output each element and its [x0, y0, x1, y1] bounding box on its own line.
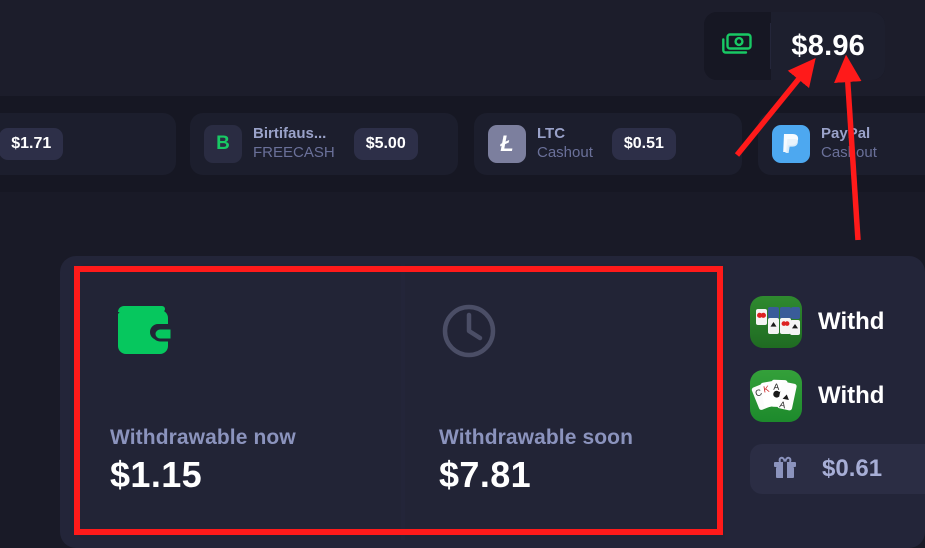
cashout-item-sub: FREECASH — [253, 144, 335, 161]
svg-text:A: A — [773, 382, 779, 392]
withdraw-offers-column: Withd C K A A Withd $0.61 — [750, 296, 925, 494]
withdrawable-now-label: Withdrawable now — [110, 426, 296, 449]
cashout-item-sub: Cashout — [537, 144, 593, 161]
paypal-icon — [772, 125, 810, 163]
balance-amount: $8.96 — [791, 29, 865, 62]
clock-icon — [439, 302, 691, 364]
cashout-item-amount[interactable]: $0.51 — [611, 128, 676, 160]
balance-widget[interactable]: $8.96 — [704, 12, 885, 80]
cashout-strip: e hout $1.71 B Birtifaus... FREECASH $5.… — [0, 96, 925, 192]
playing-cards-app-icon: C K A A — [750, 370, 802, 422]
cashout-item-name: LTC — [537, 125, 566, 143]
cashout-item-partial[interactable]: e hout $1.71 — [0, 113, 176, 175]
cashout-item-paypal[interactable]: PayPal Cashout — [758, 113, 925, 175]
cashout-item-text: Birtifaus... FREECASH — [253, 125, 335, 162]
cashout-item-sub: Cashout — [821, 144, 877, 161]
withdraw-offer-row[interactable]: Withd — [750, 296, 925, 348]
cashout-item-amount[interactable]: $1.71 — [0, 128, 64, 160]
banknote-icon — [722, 32, 753, 60]
cashout-item-freecash[interactable]: B Birtifaus... FREECASH $5.00 — [190, 113, 458, 175]
withdrawable-soon-card[interactable]: Withdrawable soon $7.81 — [405, 264, 725, 540]
cashout-item-name: Birtifaus... — [253, 125, 327, 143]
reward-pill[interactable]: $0.61 — [750, 444, 925, 494]
withdraw-offer-label: Withd — [818, 382, 885, 409]
balance-icon-button[interactable] — [704, 12, 771, 80]
balance-amount-button[interactable]: $8.96 — [771, 12, 885, 80]
litecoin-icon: Ł — [488, 125, 526, 163]
cashout-item-amount[interactable]: $5.00 — [353, 128, 418, 160]
freecash-b-icon: B — [204, 125, 242, 163]
withdraw-offer-row[interactable]: C K A A Withd — [750, 370, 925, 422]
cashout-item-text: LTC Cashout — [537, 125, 593, 162]
cashout-item-text: PayPal Cashout — [821, 125, 877, 162]
withdrawable-now-card[interactable]: Withdrawable now $1.15 — [76, 264, 401, 540]
cashout-item-name: PayPal — [821, 125, 871, 143]
withdrawable-now-value: $1.15 — [110, 454, 203, 495]
main-content: Withdrawable now $1.15 Withdrawable soon… — [0, 192, 925, 548]
withdrawable-soon-label: Withdrawable soon — [439, 426, 634, 449]
top-bar: $8.96 — [0, 0, 925, 96]
cashout-item-ltc[interactable]: Ł LTC Cashout $0.51 — [474, 113, 742, 175]
withdraw-panel: Withdrawable now $1.15 Withdrawable soon… — [60, 256, 925, 548]
wallet-icon — [110, 302, 367, 364]
solitaire-cards-app-icon — [750, 296, 802, 348]
withdrawable-soon-value: $7.81 — [439, 454, 532, 495]
gift-icon — [772, 454, 798, 485]
reward-amount: $0.61 — [822, 455, 883, 482]
withdraw-offer-label: Withd — [818, 308, 885, 335]
